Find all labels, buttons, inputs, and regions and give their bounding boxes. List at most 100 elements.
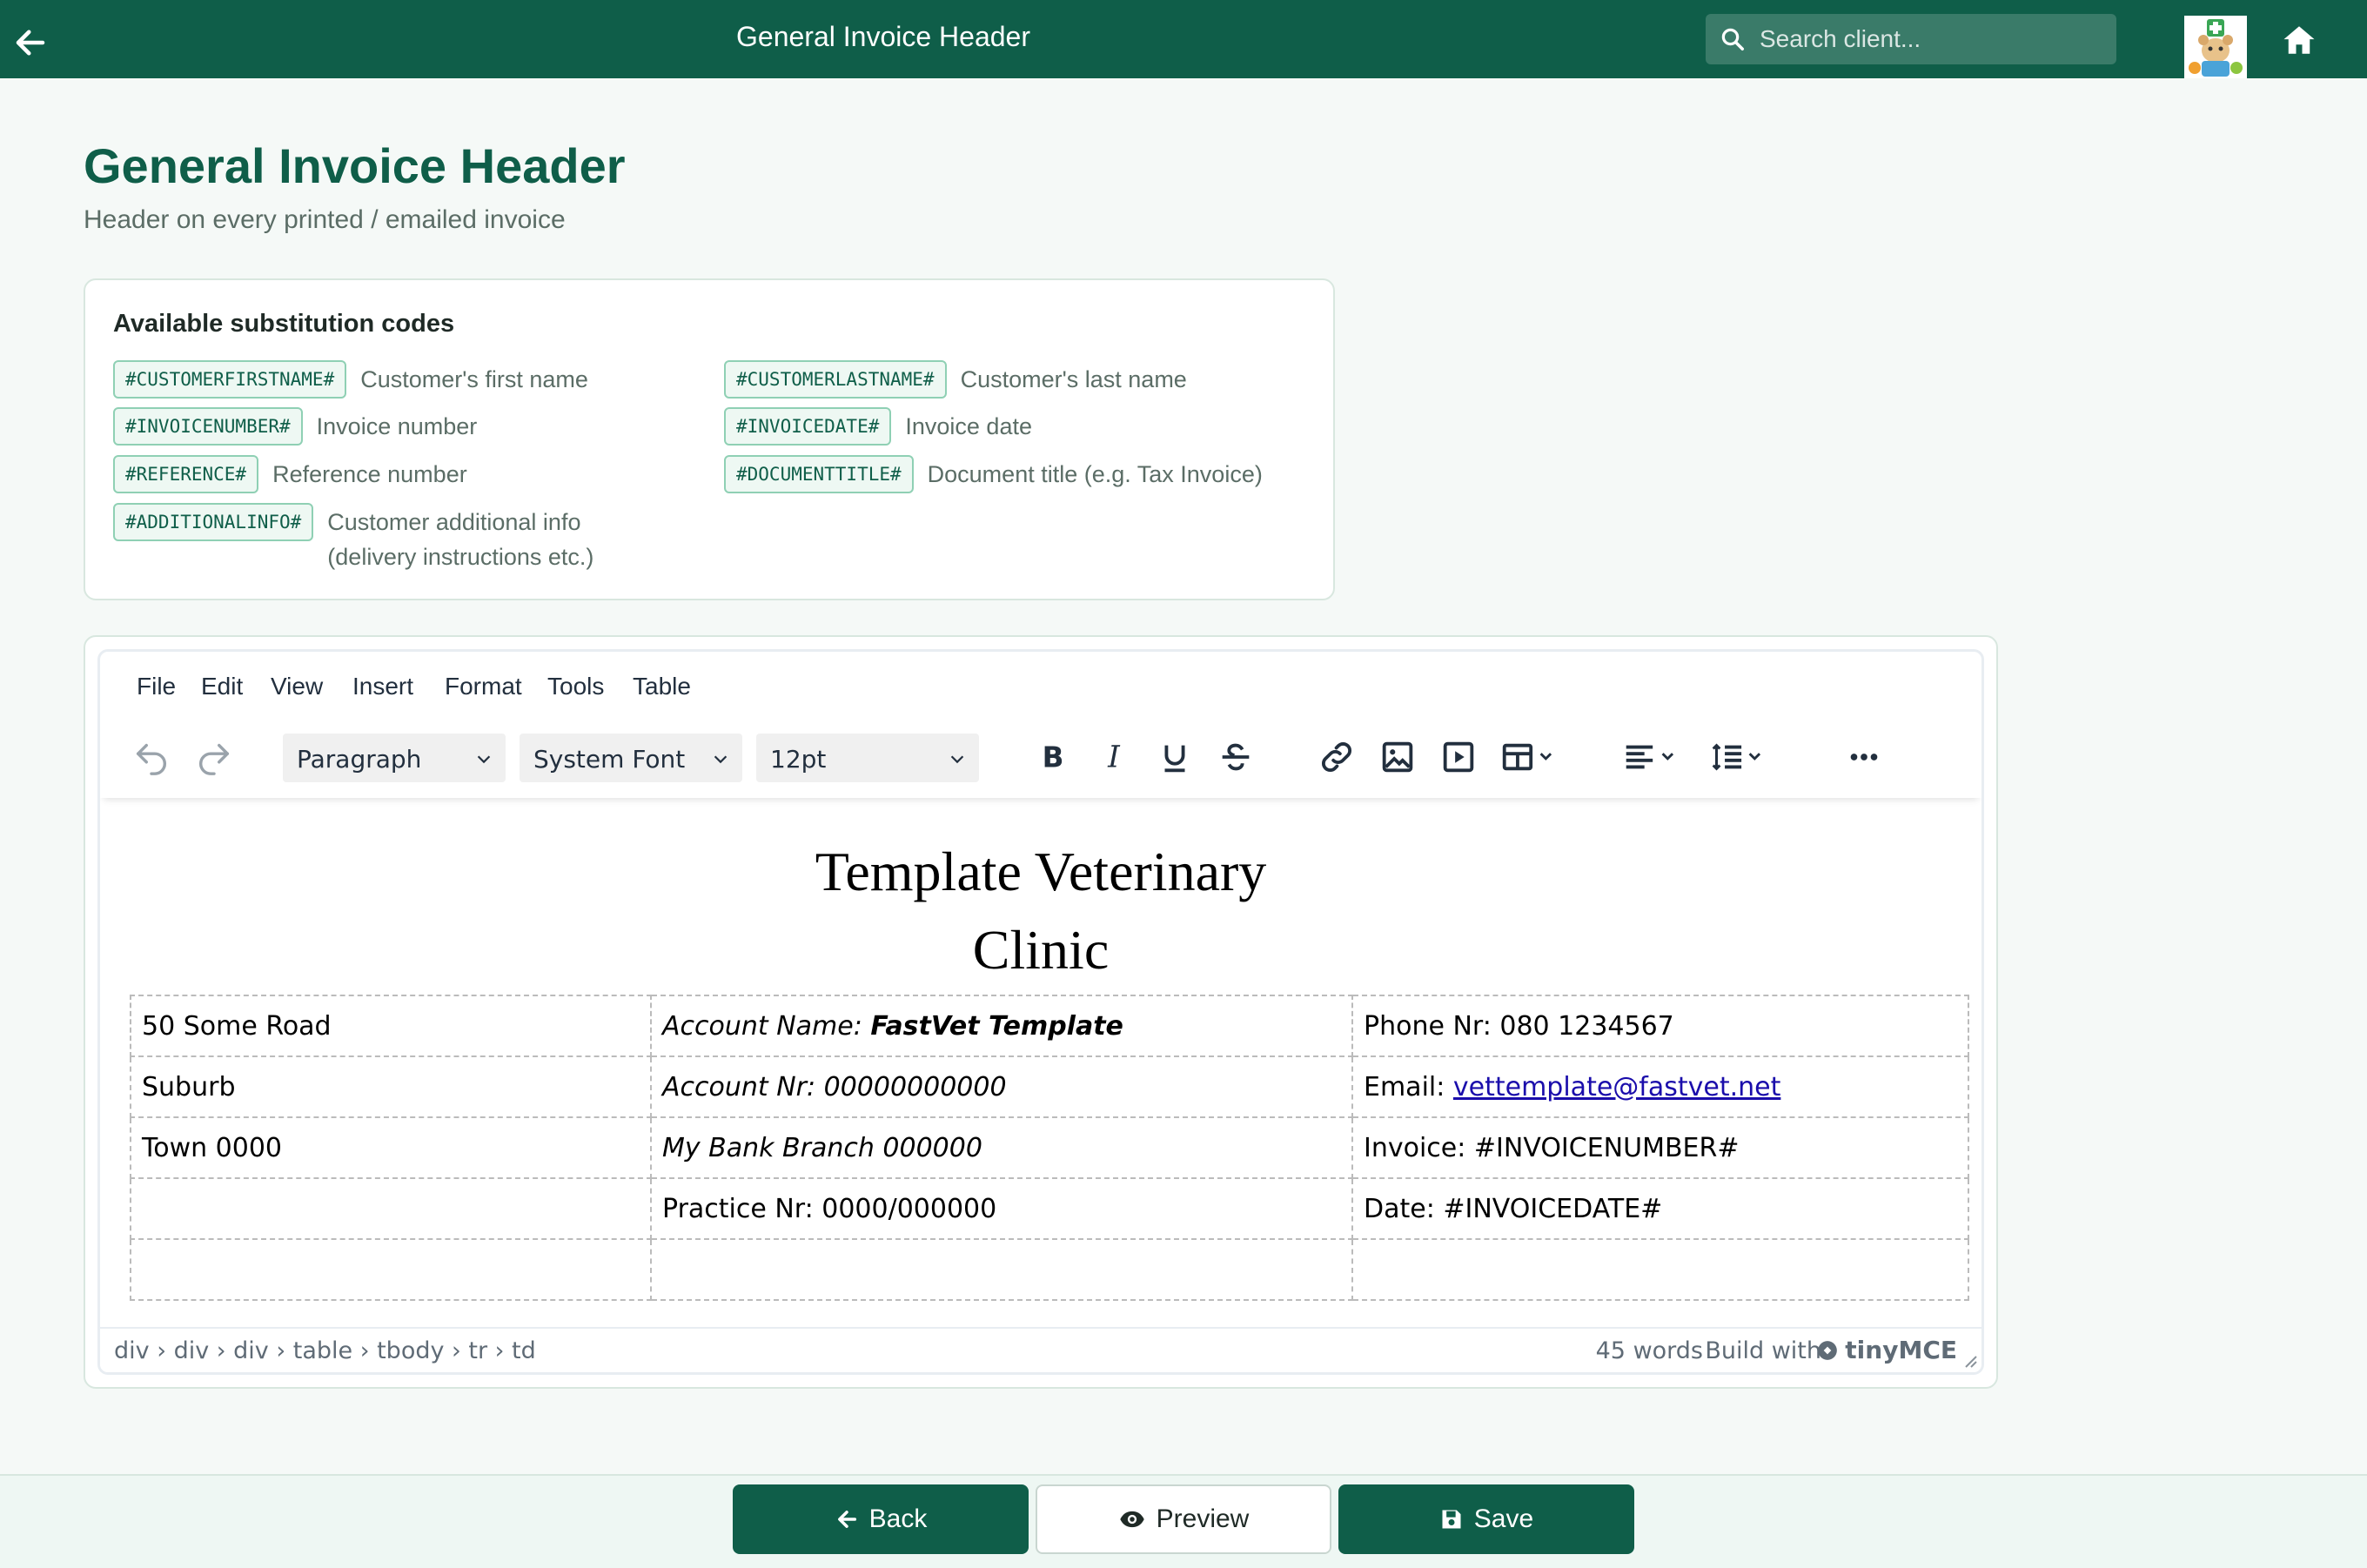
- empty-cell[interactable]: [1351, 1238, 1969, 1301]
- search-icon: [1720, 26, 1746, 52]
- code-description: Invoice number: [316, 413, 478, 439]
- code-description: Customer's first name: [360, 366, 588, 392]
- save-button-label: Save: [1473, 1504, 1534, 1533]
- resize-handle-icon[interactable]: [1961, 1351, 1978, 1369]
- table-row: Practice Nr: 0000/000000 Date: #INVOICED…: [130, 1177, 1969, 1240]
- avatar[interactable]: [2184, 16, 2247, 78]
- menu-format[interactable]: Format: [445, 673, 522, 700]
- address-line-2[interactable]: Suburb: [130, 1055, 652, 1118]
- undo-icon[interactable]: [131, 737, 171, 777]
- code-item: #CUSTOMERLASTNAME# Customer's last name: [724, 360, 1187, 399]
- line-height-icon[interactable]: [1708, 737, 1778, 777]
- phone-cell[interactable]: Phone Nr: 080 1234567: [1351, 995, 1969, 1057]
- address-line-1[interactable]: 50 Some Road: [130, 995, 652, 1057]
- account-name-cell[interactable]: Account Name: FastVet Template: [650, 995, 1353, 1057]
- editor-toolbar: Paragraph System Font 12pt B I: [100, 718, 1981, 798]
- search-input[interactable]: [1760, 14, 2104, 64]
- email-label: Email:: [1364, 1071, 1453, 1102]
- code-item: #CUSTOMERFIRSTNAME# Customer's first nam…: [113, 360, 588, 399]
- build-with-label[interactable]: Build with: [1705, 1337, 1821, 1364]
- font-family-select[interactable]: System Font: [520, 734, 742, 782]
- menu-view[interactable]: View: [271, 673, 323, 700]
- table-row: Town 0000 My Bank Branch 000000 Invoice:…: [130, 1116, 1969, 1179]
- email-link[interactable]: vettemplate@fastvet.net: [1453, 1072, 1780, 1102]
- code-item: #DOCUMENTTITLE# Document title (e.g. Tax…: [724, 455, 1263, 493]
- editor-card: File Edit View Insert Format Tools Table…: [84, 635, 1998, 1389]
- font-family-value: System Font: [533, 745, 686, 774]
- editor-content[interactable]: Template Veterinary Clinic 50 Some Road …: [100, 798, 1981, 1355]
- account-name-label: Account Name:: [662, 1010, 871, 1042]
- editor-statusbar: div › div › div › table › tbody › tr › t…: [100, 1327, 1981, 1372]
- empty-cell[interactable]: [130, 1177, 652, 1240]
- invoice-number-cell[interactable]: Invoice: #INVOICENUMBER#: [1351, 1116, 1969, 1179]
- font-size-value: 12pt: [770, 745, 827, 774]
- redo-icon[interactable]: [194, 737, 234, 777]
- underline-icon[interactable]: [1155, 737, 1195, 777]
- practice-number-cell[interactable]: Practice Nr: 0000/000000: [650, 1177, 1353, 1240]
- block-format-value: Paragraph: [297, 745, 422, 774]
- footer-bar: Back Preview Save: [0, 1474, 2367, 1568]
- code-item: #ADDITIONALINFO# Customer additional inf…: [113, 503, 614, 574]
- more-icon[interactable]: [1844, 737, 1884, 777]
- block-format-select[interactable]: Paragraph: [283, 734, 506, 782]
- back-button-label: Back: [868, 1504, 928, 1533]
- menu-file[interactable]: File: [137, 673, 176, 700]
- align-left-icon[interactable]: [1621, 737, 1691, 777]
- code-chip[interactable]: #CUSTOMERLASTNAME#: [724, 360, 947, 399]
- image-icon[interactable]: [1378, 737, 1418, 777]
- code-chip[interactable]: #ADDITIONALINFO#: [113, 503, 314, 541]
- menu-table[interactable]: Table: [633, 673, 691, 700]
- clinic-name: Template Veterinary Clinic: [100, 833, 1981, 989]
- address-line-3[interactable]: Town 0000: [130, 1116, 652, 1179]
- floppy-disk-icon: [1442, 1510, 1461, 1529]
- account-number-cell[interactable]: Account Nr: 00000000000: [650, 1055, 1353, 1118]
- menu-tools[interactable]: Tools: [547, 673, 604, 700]
- code-item: #REFERENCE# Reference number: [113, 455, 467, 493]
- code-chip[interactable]: #CUSTOMERFIRSTNAME#: [113, 360, 347, 399]
- code-chip[interactable]: #DOCUMENTTITLE#: [724, 455, 914, 493]
- code-chip[interactable]: #REFERENCE#: [113, 455, 259, 493]
- back-button[interactable]: Back: [733, 1484, 1029, 1554]
- word-count[interactable]: 45 words: [1596, 1337, 1703, 1364]
- empty-cell[interactable]: [650, 1238, 1353, 1301]
- save-button[interactable]: Save: [1338, 1484, 1634, 1554]
- tinymce-brand[interactable]: tinyMCE: [1845, 1336, 1957, 1364]
- code-description: Invoice date: [905, 413, 1032, 439]
- code-description: Reference number: [272, 461, 467, 487]
- code-item: #INVOICENUMBER# Invoice number: [113, 407, 477, 446]
- link-icon[interactable]: [1317, 737, 1357, 777]
- preview-button[interactable]: Preview: [1036, 1484, 1331, 1554]
- empty-cell[interactable]: [130, 1238, 652, 1301]
- bold-icon[interactable]: B: [1033, 737, 1073, 777]
- bank-branch-cell[interactable]: My Bank Branch 000000: [650, 1116, 1353, 1179]
- code-description: Document title (e.g. Tax Invoice): [927, 461, 1263, 487]
- italic-icon[interactable]: I: [1094, 737, 1134, 777]
- svg-text:B: B: [1043, 741, 1064, 774]
- invoice-header-table: 50 Some Road Account Name: FastVet Templ…: [130, 995, 1969, 1301]
- code-item: #INVOICEDATE# Invoice date: [724, 407, 1032, 446]
- strikethrough-icon[interactable]: [1216, 737, 1256, 777]
- chevron-down-icon: [711, 749, 730, 768]
- element-path[interactable]: div › div › div › table › tbody › tr › t…: [114, 1337, 536, 1364]
- search-box[interactable]: [1706, 14, 2116, 64]
- table-row: Suburb Account Nr: 00000000000 Email: ve…: [130, 1055, 1969, 1118]
- codes-heading: Available substitution codes: [113, 310, 455, 338]
- font-size-select[interactable]: 12pt: [756, 734, 979, 782]
- chevron-down-icon: [948, 749, 967, 768]
- code-chip[interactable]: #INVOICENUMBER#: [113, 407, 303, 446]
- topbar-title: General Invoice Header: [736, 21, 1030, 52]
- substitution-codes-card: Available substitution codes #CUSTOMERFI…: [84, 278, 1335, 600]
- table-icon[interactable]: [1499, 737, 1569, 777]
- home-icon[interactable]: [2280, 22, 2318, 58]
- invoice-date-cell[interactable]: Date: #INVOICEDATE#: [1351, 1177, 1969, 1240]
- code-chip[interactable]: #INVOICEDATE#: [724, 407, 892, 446]
- email-cell[interactable]: Email: vettemplate@fastvet.net: [1351, 1055, 1969, 1118]
- table-row: 50 Some Road Account Name: FastVet Templ…: [130, 995, 1969, 1057]
- menu-edit[interactable]: Edit: [201, 673, 243, 700]
- page-subtitle: Header on every printed / emailed invoic…: [84, 205, 566, 234]
- rich-text-editor: File Edit View Insert Format Tools Table…: [97, 649, 1984, 1375]
- media-icon[interactable]: [1438, 737, 1479, 777]
- menu-insert[interactable]: Insert: [352, 673, 413, 700]
- editor-menubar: File Edit View Insert Format Tools Table: [100, 652, 1981, 718]
- top-bar: General Invoice Header: [0, 0, 2367, 78]
